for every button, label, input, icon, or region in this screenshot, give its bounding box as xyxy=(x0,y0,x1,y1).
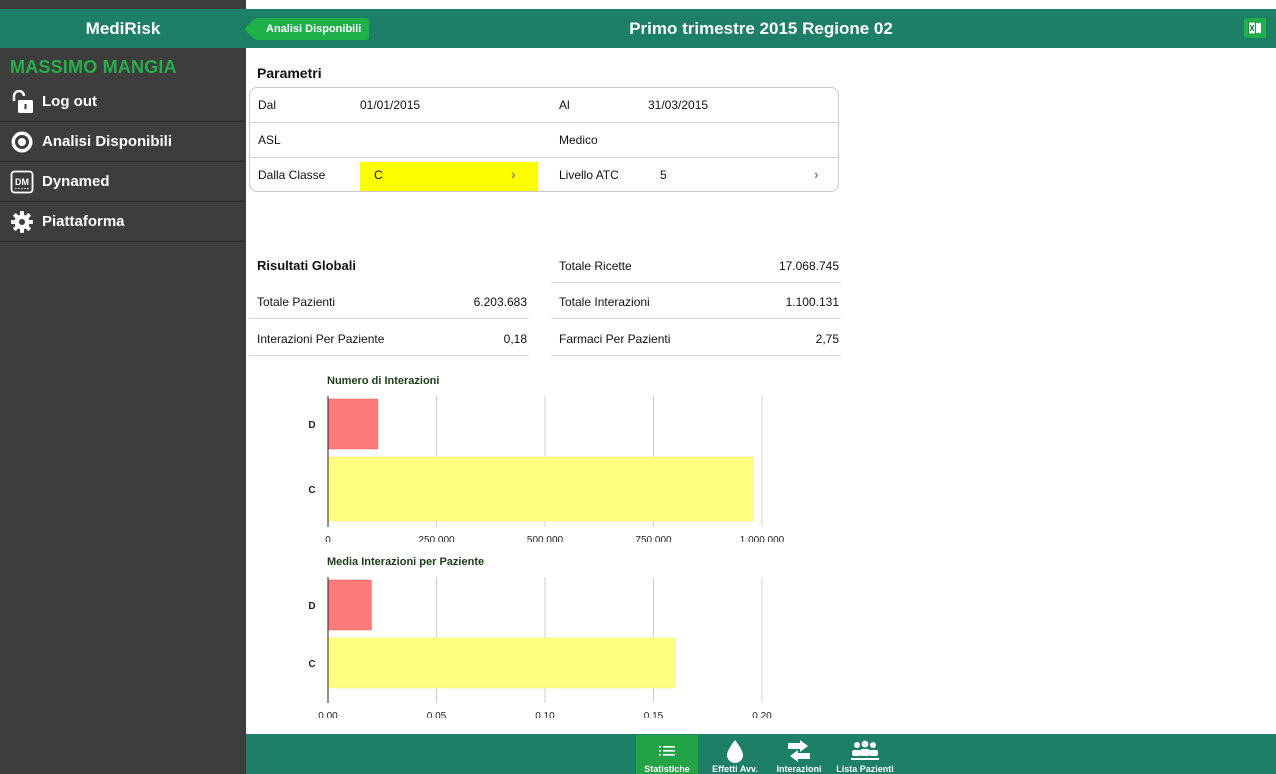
top-bar: Analisi Disponibili Primo trimestre 2015… xyxy=(246,9,1276,48)
svg-text:X: X xyxy=(1249,24,1255,33)
global-label: Interazioni Per Paziente xyxy=(257,332,385,346)
sidebar-item-piattaforma[interactable]: Piattaforma xyxy=(0,202,246,242)
global-value: 0,18 xyxy=(503,332,527,346)
tick-label: 0 xyxy=(325,535,331,542)
global-row: Farmaci Per Pazienti 2,75 xyxy=(551,320,841,356)
sidebar-item-label: Dynamed xyxy=(42,173,110,190)
chevron-right-icon[interactable]: › xyxy=(814,166,819,182)
chevron-right-icon[interactable]: › xyxy=(511,166,516,182)
global-label: Totale Pazienti xyxy=(257,295,336,309)
drop-icon xyxy=(726,738,744,764)
page-title: Primo trimestre 2015 Regione 02 xyxy=(629,18,893,38)
param-row-classe: Dalla Classe C › Livello ATC 5 › xyxy=(250,158,838,191)
bar-c xyxy=(327,637,676,689)
global-row: Interazioni Per Paziente 0,18 xyxy=(249,320,529,356)
asl-label[interactable]: ASL xyxy=(258,133,281,147)
global-row: Totale Pazienti 6.203.683 xyxy=(249,283,529,319)
global-row: Totale Interazioni 1.100.131 xyxy=(551,283,841,319)
tab-statistiche[interactable]: Statistiche xyxy=(636,735,698,774)
tick-label: 1.000.000 xyxy=(740,535,785,542)
tab-label: Statistiche xyxy=(644,764,690,774)
tab-effetti[interactable]: Effetti Avv. xyxy=(704,735,766,774)
app-name: MediRisk xyxy=(0,9,246,48)
category-label: D xyxy=(308,601,315,612)
medico-label[interactable]: Medico xyxy=(559,133,598,147)
classe-value[interactable]: C xyxy=(374,168,383,182)
sidebar-item-label: Log out xyxy=(42,93,97,110)
user-name: MASSIMO MANGIA xyxy=(10,57,177,77)
app-window: MediRisk MASSIMO MANGIA Log out Analisi … xyxy=(0,0,1276,774)
global-value: 1.100.131 xyxy=(785,295,839,309)
atc-value[interactable]: 5 xyxy=(660,168,667,182)
svg-text:DM: DM xyxy=(15,177,29,187)
arrows-icon xyxy=(786,738,812,764)
global-value: 6.203.683 xyxy=(473,295,527,309)
globals-title: Risultati Globali xyxy=(257,258,356,273)
tick-label: 500.000 xyxy=(527,535,564,542)
dal-label: Dal xyxy=(258,98,277,112)
global-label: Farmaci Per Pazienti xyxy=(559,332,671,346)
back-button[interactable]: Analisi Disponibili xyxy=(254,18,370,40)
tab-label: Lista Pazienti xyxy=(836,764,894,774)
category-label: D xyxy=(308,420,315,431)
tab-interazioni[interactable]: Interazioni xyxy=(768,735,830,774)
tick-label: 0,00 xyxy=(318,711,338,718)
params-title: Parametri xyxy=(257,65,322,81)
list-icon xyxy=(659,738,675,764)
bar-d xyxy=(327,398,379,450)
category-label: C xyxy=(308,659,315,670)
category-label: C xyxy=(308,485,315,496)
al-label: Al xyxy=(559,98,570,112)
tab-label: Interazioni xyxy=(776,764,822,774)
sidebar: MediRisk MASSIMO MANGIA Log out Analisi … xyxy=(0,0,246,774)
sidebar-item-dynamed[interactable]: DM Dynamed xyxy=(0,162,246,202)
classe-label: Dalla Classe xyxy=(258,168,326,182)
dal-value[interactable]: 01/01/2015 xyxy=(360,98,420,112)
chart-title: Numero di Interazioni xyxy=(327,375,440,387)
tick-label: 0,10 xyxy=(535,711,555,718)
tick-label: 0,15 xyxy=(644,711,664,718)
param-row-asl: ASL Medico xyxy=(250,123,838,158)
tick-label: 0,20 xyxy=(752,711,772,718)
sidebar-item-label: Piattaforma xyxy=(42,213,125,230)
people-icon xyxy=(851,738,879,764)
param-row-dates: Dal 01/01/2015 Al 31/03/2015 xyxy=(250,88,838,123)
bar-d xyxy=(327,579,372,631)
sidebar-item-logout[interactable]: Log out xyxy=(0,82,246,122)
average-bar-chart: 0,00 0,05 0,10 0,15 0,20 D C xyxy=(308,577,772,718)
al-value[interactable]: 31/03/2015 xyxy=(648,98,708,112)
gear-icon xyxy=(10,210,34,234)
tab-label: Effetti Avv. xyxy=(712,764,758,774)
global-label: Totale Interazioni xyxy=(559,295,650,309)
global-label: Totale Ricette xyxy=(559,259,632,273)
excel-icon[interactable]: X xyxy=(1244,18,1266,38)
sidebar-item-analisi[interactable]: Analisi Disponibili xyxy=(0,122,246,162)
interactions-bar-chart: 0 250.000 500.000 750.000 1.000.000 D C xyxy=(308,396,785,542)
back-button-label: Analisi Disponibili xyxy=(266,23,362,35)
tick-label: 750.000 xyxy=(635,535,672,542)
target-icon xyxy=(10,130,34,154)
global-value: 17.068.745 xyxy=(778,259,839,273)
global-value: 2,75 xyxy=(815,332,839,346)
bottom-tab-bar: Statistiche Effetti Avv. Interazioni Lis… xyxy=(246,734,1276,774)
tick-label: 0,05 xyxy=(427,711,447,718)
bar-c xyxy=(327,456,754,522)
chart-title: Media Interazioni per Paziente xyxy=(327,556,485,568)
tick-label: 250.000 xyxy=(418,535,455,542)
sidebar-item-label: Analisi Disponibili xyxy=(42,133,173,150)
global-row: Totale Ricette 17.068.745 xyxy=(551,247,841,283)
atc-label: Livello ATC xyxy=(559,168,619,182)
params-panel: Dal 01/01/2015 Al 31/03/2015 ASL Medico … xyxy=(249,87,839,192)
dynamed-icon: DM xyxy=(10,170,34,194)
unlock-icon xyxy=(10,89,34,114)
tab-lista-pazienti[interactable]: Lista Pazienti xyxy=(832,735,898,774)
